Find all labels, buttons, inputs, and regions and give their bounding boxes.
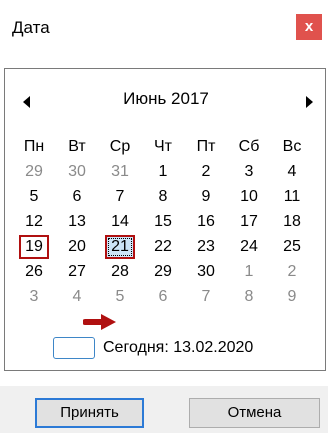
today-marker-icon bbox=[53, 337, 95, 359]
day-cell[interactable]: 30 bbox=[62, 160, 92, 184]
day-cell[interactable]: 11 bbox=[277, 185, 307, 209]
day-cell[interactable]: 29 bbox=[148, 260, 178, 284]
calendar-grid: Пн Вт Ср Чт Пт Сб Вс 29 30 31 1 2 3 4 5 … bbox=[19, 135, 319, 310]
day-cell[interactable]: 3 bbox=[234, 160, 264, 184]
cancel-button[interactable]: Отмена bbox=[189, 398, 320, 428]
weekday-label: Чт bbox=[154, 138, 172, 155]
day-cell[interactable]: 15 bbox=[148, 210, 178, 234]
day-cell[interactable]: 5 bbox=[105, 285, 135, 309]
day-cell[interactable]: 6 bbox=[148, 285, 178, 309]
day-cell[interactable]: 3 bbox=[19, 285, 49, 309]
weekday-label: Вс bbox=[282, 138, 302, 155]
day-cell[interactable]: 31 bbox=[105, 160, 135, 184]
weekday-label: Ср bbox=[109, 138, 131, 155]
today-row[interactable]: Сегодня: 13.02.2020 bbox=[53, 337, 253, 359]
day-cell[interactable]: 24 bbox=[234, 235, 264, 259]
week-row: 12 13 14 15 16 17 18 bbox=[19, 210, 319, 235]
day-cell[interactable]: 1 bbox=[234, 260, 264, 284]
day-cell[interactable]: 2 bbox=[277, 260, 307, 284]
day-cell[interactable]: 12 bbox=[19, 210, 49, 234]
close-button[interactable]: x bbox=[296, 14, 322, 40]
day-cell[interactable]: 22 bbox=[148, 235, 178, 259]
day-cell[interactable]: 1 bbox=[148, 160, 178, 184]
day-cell[interactable]: 28 bbox=[105, 260, 135, 284]
day-cell[interactable]: 18 bbox=[277, 210, 307, 234]
dialog-footer: Принять Отмена bbox=[0, 386, 328, 433]
day-cell-selected[interactable]: 21 bbox=[105, 235, 135, 259]
weekday-header: Пн Вт Ср Чт Пт Сб Вс bbox=[19, 135, 319, 160]
day-cell-highlighted[interactable]: 19 bbox=[19, 235, 49, 259]
weekday-label: Вт bbox=[68, 138, 86, 155]
week-row: 5 6 7 8 9 10 11 bbox=[19, 185, 319, 210]
today-label: Сегодня: 13.02.2020 bbox=[103, 339, 254, 356]
day-cell[interactable]: 30 bbox=[191, 260, 221, 284]
weekday-label: Пн bbox=[23, 138, 45, 155]
day-cell[interactable]: 6 bbox=[62, 185, 92, 209]
accept-button[interactable]: Принять bbox=[35, 398, 144, 428]
day-cell[interactable]: 5 bbox=[19, 185, 49, 209]
day-cell[interactable]: 2 bbox=[191, 160, 221, 184]
day-cell[interactable]: 4 bbox=[62, 285, 92, 309]
red-arrow-icon bbox=[83, 314, 116, 330]
day-cell[interactable]: 20 bbox=[62, 235, 92, 259]
day-cell[interactable]: 26 bbox=[19, 260, 49, 284]
dialog-title: Дата bbox=[12, 18, 50, 37]
day-cell[interactable]: 25 bbox=[277, 235, 307, 259]
day-cell[interactable]: 7 bbox=[105, 185, 135, 209]
week-row: 3 4 5 6 7 8 9 bbox=[19, 285, 319, 310]
week-row: 29 30 31 1 2 3 4 bbox=[19, 160, 319, 185]
month-label: Июнь 2017 bbox=[123, 89, 209, 108]
day-cell[interactable]: 16 bbox=[191, 210, 221, 234]
day-cell[interactable]: 4 bbox=[277, 160, 307, 184]
day-cell[interactable]: 10 bbox=[234, 185, 264, 209]
calendar-panel: Июнь 2017 Пн Вт Ср Чт Пт Сб Вс 29 30 31 … bbox=[4, 68, 326, 371]
weekday-label: Сб bbox=[238, 138, 260, 155]
day-cell[interactable]: 7 bbox=[191, 285, 221, 309]
day-cell[interactable]: 14 bbox=[105, 210, 135, 234]
weekday-label: Пт bbox=[196, 138, 216, 155]
day-cell[interactable]: 27 bbox=[62, 260, 92, 284]
day-cell[interactable]: 8 bbox=[148, 185, 178, 209]
day-cell[interactable]: 13 bbox=[62, 210, 92, 234]
week-row: 19 20 21 22 23 24 25 bbox=[19, 235, 319, 260]
day-cell[interactable]: 17 bbox=[234, 210, 264, 234]
day-cell[interactable]: 9 bbox=[191, 185, 221, 209]
day-cell[interactable]: 29 bbox=[19, 160, 49, 184]
day-cell[interactable]: 8 bbox=[234, 285, 264, 309]
next-month-icon[interactable] bbox=[306, 96, 313, 108]
day-cell[interactable]: 23 bbox=[191, 235, 221, 259]
week-row: 26 27 28 29 30 1 2 bbox=[19, 260, 319, 285]
day-cell[interactable]: 9 bbox=[277, 285, 307, 309]
